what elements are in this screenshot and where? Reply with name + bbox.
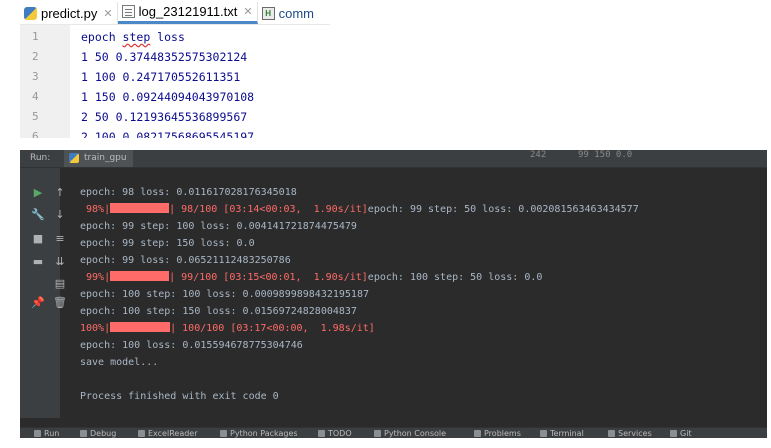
run-tool-window: Run: train_gpu 242 99 150 0.0 ▶ ↑ 🔧 ↓ ■ … [20,150,767,438]
run-icon [34,430,41,437]
tab-label: comm [278,5,314,21]
tab-comm[interactable]: H comm [258,2,318,24]
run-toolbar: ▶ ↑ 🔧 ↓ ■ ≡ ▬ ⇊ ▤ 📌 🗑 [20,168,67,418]
problems-icon [474,430,481,437]
python-run-icon [69,153,79,163]
debug-icon [80,430,87,437]
console-line: epoch: 99 step: 150 loss: 0.0 [80,238,255,249]
services-icon [608,430,615,437]
tool-python-console[interactable]: Python Console [374,429,446,438]
spellcheck-squiggle: step [122,30,151,44]
line-number: 5 [32,110,39,123]
line-number: 2 [32,50,39,63]
run-label: Run: [30,153,51,163]
tool-problems[interactable]: Problems [474,429,521,438]
terminal-icon [540,430,547,437]
console-line: epoch: 99 step: 100 loss: 0.004141721874… [80,221,357,232]
rerun-icon[interactable]: ▶ [31,185,45,199]
line-number: 4 [32,90,39,103]
tab-label: predict.py [41,5,98,21]
tool-python-packages[interactable]: Python Packages [220,429,298,438]
run-header: Run: train_gpu 242 99 150 0.0 [20,150,767,168]
line-number: 1 [32,30,39,43]
line-code: 1 50 0.37448352575302124 [81,50,248,64]
ghost-line-number: 242 [530,150,547,160]
tool-excelreader[interactable]: ExcelReader [138,429,198,438]
tool-todo[interactable]: TODO [318,429,352,438]
close-icon[interactable]: ✕ [103,7,112,20]
tab-log-txt[interactable]: log_23121911.txt ✕ [117,2,258,24]
down-arrow-icon[interactable]: ↓ [53,207,67,221]
tool-terminal[interactable]: Terminal [540,429,584,438]
todo-icon [318,430,325,437]
line-code: 2 50 0.12193645536899567 [81,110,248,124]
progress-line: 100%| | 100/100 [03:17<00:00, 1.98s/it] [80,322,375,334]
progress-line: 98%| | 98/100 [03:14<00:03, 1.90s/it]epoc… [80,203,639,215]
tab-label: log_23121911.txt [138,4,238,19]
python-file-icon [24,6,37,20]
run-config-tab[interactable]: train_gpu [64,150,133,167]
packages-icon [220,430,227,437]
line-code: 1 100 0.247170552611351 [81,70,241,84]
editor-tab-bar: predict.py ✕ log_23121911.txt ✕ H comm [20,2,330,24]
run-config-label: train_gpu [84,153,127,163]
progress-line: 99%| | 99/100 [03:15<00:01, 1.90s/it]epoc… [80,271,543,283]
tool-run[interactable]: Run [34,429,59,438]
scroll-to-end-icon[interactable]: ⇊ [53,254,67,268]
stop-icon[interactable]: ■ [31,231,45,245]
text-file-icon [121,5,135,18]
git-icon [670,430,677,437]
line-number: 6 [32,130,39,138]
wrench-icon[interactable]: 🔧 [31,207,45,221]
print-icon[interactable]: ▤ [53,276,67,290]
ghost-line-text: 99 150 0.0 [578,150,633,160]
line-number: 3 [32,70,39,83]
line-code: epoch step loss [81,30,185,44]
excel-icon [138,430,145,437]
pin-icon[interactable]: 📌 [31,295,45,309]
line-code: 1 150 0.09244094043970108 [81,90,255,104]
tab-predict-py[interactable]: predict.py ✕ [20,2,118,24]
console-line: epoch: 99 loss: 0.06521112483250786 [80,255,291,266]
console-line: epoch: 100 loss: 0.015594678775304746 [80,340,303,351]
progress-bar [110,322,171,332]
text-editor[interactable]: 1 epoch step loss 2 1 50 0.3744835257530… [20,24,330,138]
h-file-icon: H [261,6,275,20]
console-line: Process finished with exit code 0 [80,391,279,402]
tool-git[interactable]: Git [670,429,692,438]
layout-icon[interactable]: ▬ [31,254,45,268]
console-line: epoch: 100 step: 150 loss: 0.01569724828… [80,306,357,317]
close-icon[interactable]: ✕ [243,5,252,18]
tool-debug[interactable]: Debug [80,429,116,438]
progress-bar [110,203,170,213]
console-line: save model... [80,357,159,368]
line-code: 2 100 0.08217568695545197 [81,130,255,138]
tool-services[interactable]: Services [608,429,652,438]
console-icon [374,430,381,437]
progress-bar [110,271,170,281]
trash-icon[interactable]: 🗑 [53,295,67,309]
tool-window-bar: Run Debug ExcelReader Python Packages TO… [20,427,767,438]
soft-wrap-icon[interactable]: ≡ [53,231,67,245]
console-line: epoch: 98 loss: 0.011617028176345018 [80,187,297,198]
up-arrow-icon[interactable]: ↑ [53,185,67,199]
console-line: epoch: 100 step: 100 loss: 0.00098998984… [80,289,369,300]
